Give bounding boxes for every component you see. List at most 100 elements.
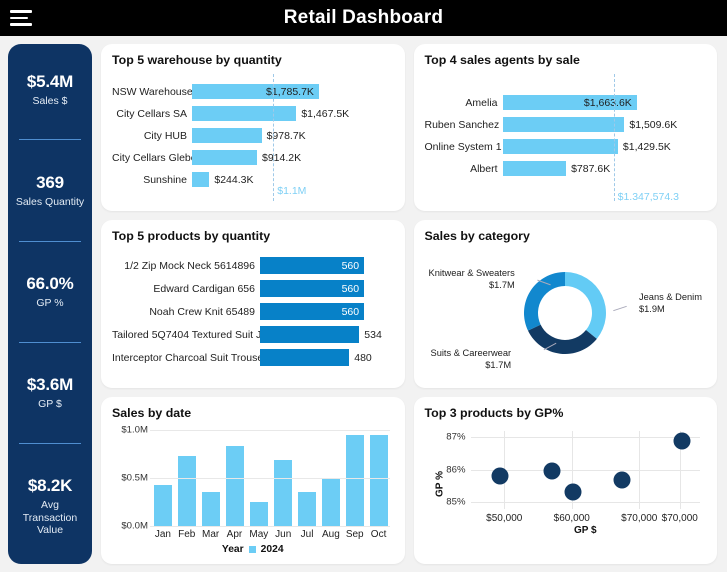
bar-track: $978.7K	[192, 125, 394, 147]
bar-row[interactable]: Interceptor Charcoal Suit Trouser 480	[112, 346, 394, 369]
bar-category-label: 1/2 Zip Mock Neck 5614896	[124, 259, 255, 272]
kpi-sidebar: $5.4M Sales $ 369 Sales Quantity 66.0% G…	[8, 44, 92, 564]
bar-fill	[502, 139, 618, 155]
donut-leader-line	[612, 306, 627, 312]
hamburger-line	[10, 10, 32, 13]
y-axis-tick: $0.0M	[121, 520, 148, 532]
kpi-avg-transaction-value[interactable]: $8.2K Avg Transaction Value	[14, 473, 86, 539]
bar-track: 560	[260, 254, 394, 277]
bar-row[interactable]: Noah Crew Knit 65489 560	[112, 300, 394, 323]
bar-fill: 560	[260, 280, 365, 298]
column-bar[interactable]	[201, 492, 220, 526]
x-axis-tick: Sep	[345, 528, 364, 540]
column-bar[interactable]	[225, 445, 244, 526]
bar-fill: $1,663.6K	[502, 95, 637, 111]
bar-row[interactable]: 1/2 Zip Mock Neck 5614896 560	[112, 254, 394, 277]
bar-category-label: NSW Warehouse	[112, 85, 192, 98]
gridline	[150, 477, 390, 479]
card-sales-by-category[interactable]: Sales by category Knitwear & Sweaters $1.…	[413, 220, 717, 388]
kpi-gp-percent[interactable]: 66.0% GP %	[14, 271, 86, 312]
bar-row[interactable]: Online System 1 $1,429.5K	[425, 136, 707, 158]
kpi-sales-dollars[interactable]: $5.4M Sales $	[14, 69, 86, 110]
bar-fill	[502, 117, 625, 133]
column-bar[interactable]	[345, 435, 364, 526]
bar-category-label: City Cellars Glebe	[112, 151, 192, 164]
bar-track: $1,429.5K	[502, 136, 707, 158]
y-axis-tick: $1.0M	[121, 424, 148, 436]
bar-row[interactable]: City Cellars SA $1,467.5K	[112, 103, 394, 125]
legend-value: 2024	[260, 543, 284, 555]
kpi-value: 66.0%	[26, 273, 74, 293]
donut-label-knitwear: Knitwear & Sweaters $1.7M	[428, 268, 515, 290]
x-axis-tick: Oct	[370, 528, 387, 540]
card-top-products-by-gp[interactable]: Top 3 products by GP% GP % 85% 86% 87% $50,…	[413, 396, 717, 564]
card-title: Top 5 warehouse by quantity	[112, 53, 282, 67]
kpi-gp-dollars[interactable]: $3.6M GP $	[14, 372, 86, 413]
kpi-value: $8.2K	[27, 476, 73, 496]
bar-fill	[260, 349, 350, 367]
x-axis-tick: $70,000	[661, 512, 698, 524]
page-title: Retail Dashboard	[283, 7, 444, 28]
column-bar[interactable]	[154, 485, 172, 526]
card-top-sales-agents[interactable]: Top 4 sales agents by sale Amelia $1,663.…	[413, 44, 717, 212]
scatter-point[interactable]	[491, 467, 509, 485]
hamburger-menu-icon[interactable]	[10, 10, 32, 26]
scatter-point[interactable]	[613, 471, 631, 489]
kpi-label: GP %	[36, 296, 64, 309]
card-sales-by-date[interactable]: Sales by date $0.0M $0.5M $1.0M Jan Feb Mar A…	[101, 396, 405, 564]
bar-row[interactable]: Edward Cardigan 656 560	[112, 277, 394, 300]
bar-row[interactable]: City HUB $978.7K	[112, 125, 394, 147]
bar-value-label: 480	[354, 351, 372, 364]
bar-fill	[192, 150, 257, 166]
donut-svg	[524, 271, 607, 354]
bar-row[interactable]: NSW Warehouse $1,785.7K	[112, 81, 394, 103]
bar-row[interactable]: City Cellars Glebe $914.2K	[112, 147, 394, 169]
bar-track: 534	[260, 323, 394, 346]
kpi-sales-quantity[interactable]: 369 Sales Quantity	[14, 170, 86, 211]
y-axis-tick: 86%	[446, 464, 466, 476]
scatter-point[interactable]	[673, 432, 691, 450]
column-chart-sales-by-date: $0.0M $0.5M $1.0M	[112, 424, 394, 531]
bar-row[interactable]: Ruben Sanchez $1,509.6K	[425, 114, 707, 136]
bar-fill: 560	[260, 257, 365, 275]
bar-row[interactable]: Sunshine $244.3K	[112, 169, 394, 191]
bar-value-label: $244.3K	[214, 173, 254, 186]
kpi-divider	[19, 139, 81, 141]
chart-legend: Year 2024	[112, 544, 394, 555]
bar-chart-agents: Amelia $1,663.6K Ruben Sanchez $1,509.6K Onl…	[425, 70, 707, 203]
x-axis-tick: Feb	[178, 528, 196, 540]
card-top-warehouses[interactable]: Top 5 warehouse by quantity NSW Warehous…	[101, 44, 405, 212]
legend-swatch	[248, 545, 256, 553]
bar-value-label: $1,663.6K	[583, 96, 632, 109]
kpi-label: Sales Quantity	[15, 195, 85, 208]
bar-track: $787.6K	[502, 158, 707, 180]
bar-row[interactable]: Tailored 5Q7404 Textured Suit J... 534	[112, 323, 394, 346]
gridline	[150, 429, 390, 431]
bar-category-label: Ruben Sanchez	[424, 118, 500, 131]
bar-row[interactable]: Albert $787.6K	[425, 158, 707, 180]
x-axis-tick: May	[249, 528, 269, 540]
column-bar[interactable]	[369, 435, 388, 526]
donut-slice[interactable]	[524, 271, 566, 331]
donut-slice[interactable]	[528, 324, 598, 354]
scatter-point[interactable]	[543, 462, 561, 480]
x-axis-tick: Mar	[201, 528, 220, 540]
card-title: Sales by date	[112, 405, 192, 420]
column-bar[interactable]	[321, 477, 340, 526]
bar-track: $914.2K	[192, 147, 394, 169]
column-bar[interactable]	[177, 455, 196, 526]
column-bar[interactable]	[273, 460, 292, 526]
scatter-point[interactable]	[564, 483, 582, 501]
kpi-value: $5.4M	[26, 71, 74, 91]
bar-fill	[192, 128, 262, 144]
column-bar[interactable]	[249, 501, 268, 526]
scatter-chart-gp: GP % 85% 86% 87% $50,000 $60,000 $70,000 $70,0…	[425, 423, 707, 556]
column-bar[interactable]	[297, 492, 316, 526]
scatter-plot-area: 85% 86% 87% $50,000 $60,000 $70,000 $70,000	[446, 430, 700, 524]
donut-slice[interactable]	[565, 271, 607, 339]
hamburger-line	[10, 23, 32, 26]
donut-label-jeans: Jeans & Denim $1.9M	[638, 292, 702, 314]
card-top-products[interactable]: Top 5 products by quantity 1/2 Zip Mock …	[101, 220, 405, 388]
bar-track: 480	[260, 346, 394, 369]
bar-row[interactable]: Amelia $1,663.6K	[425, 92, 707, 114]
